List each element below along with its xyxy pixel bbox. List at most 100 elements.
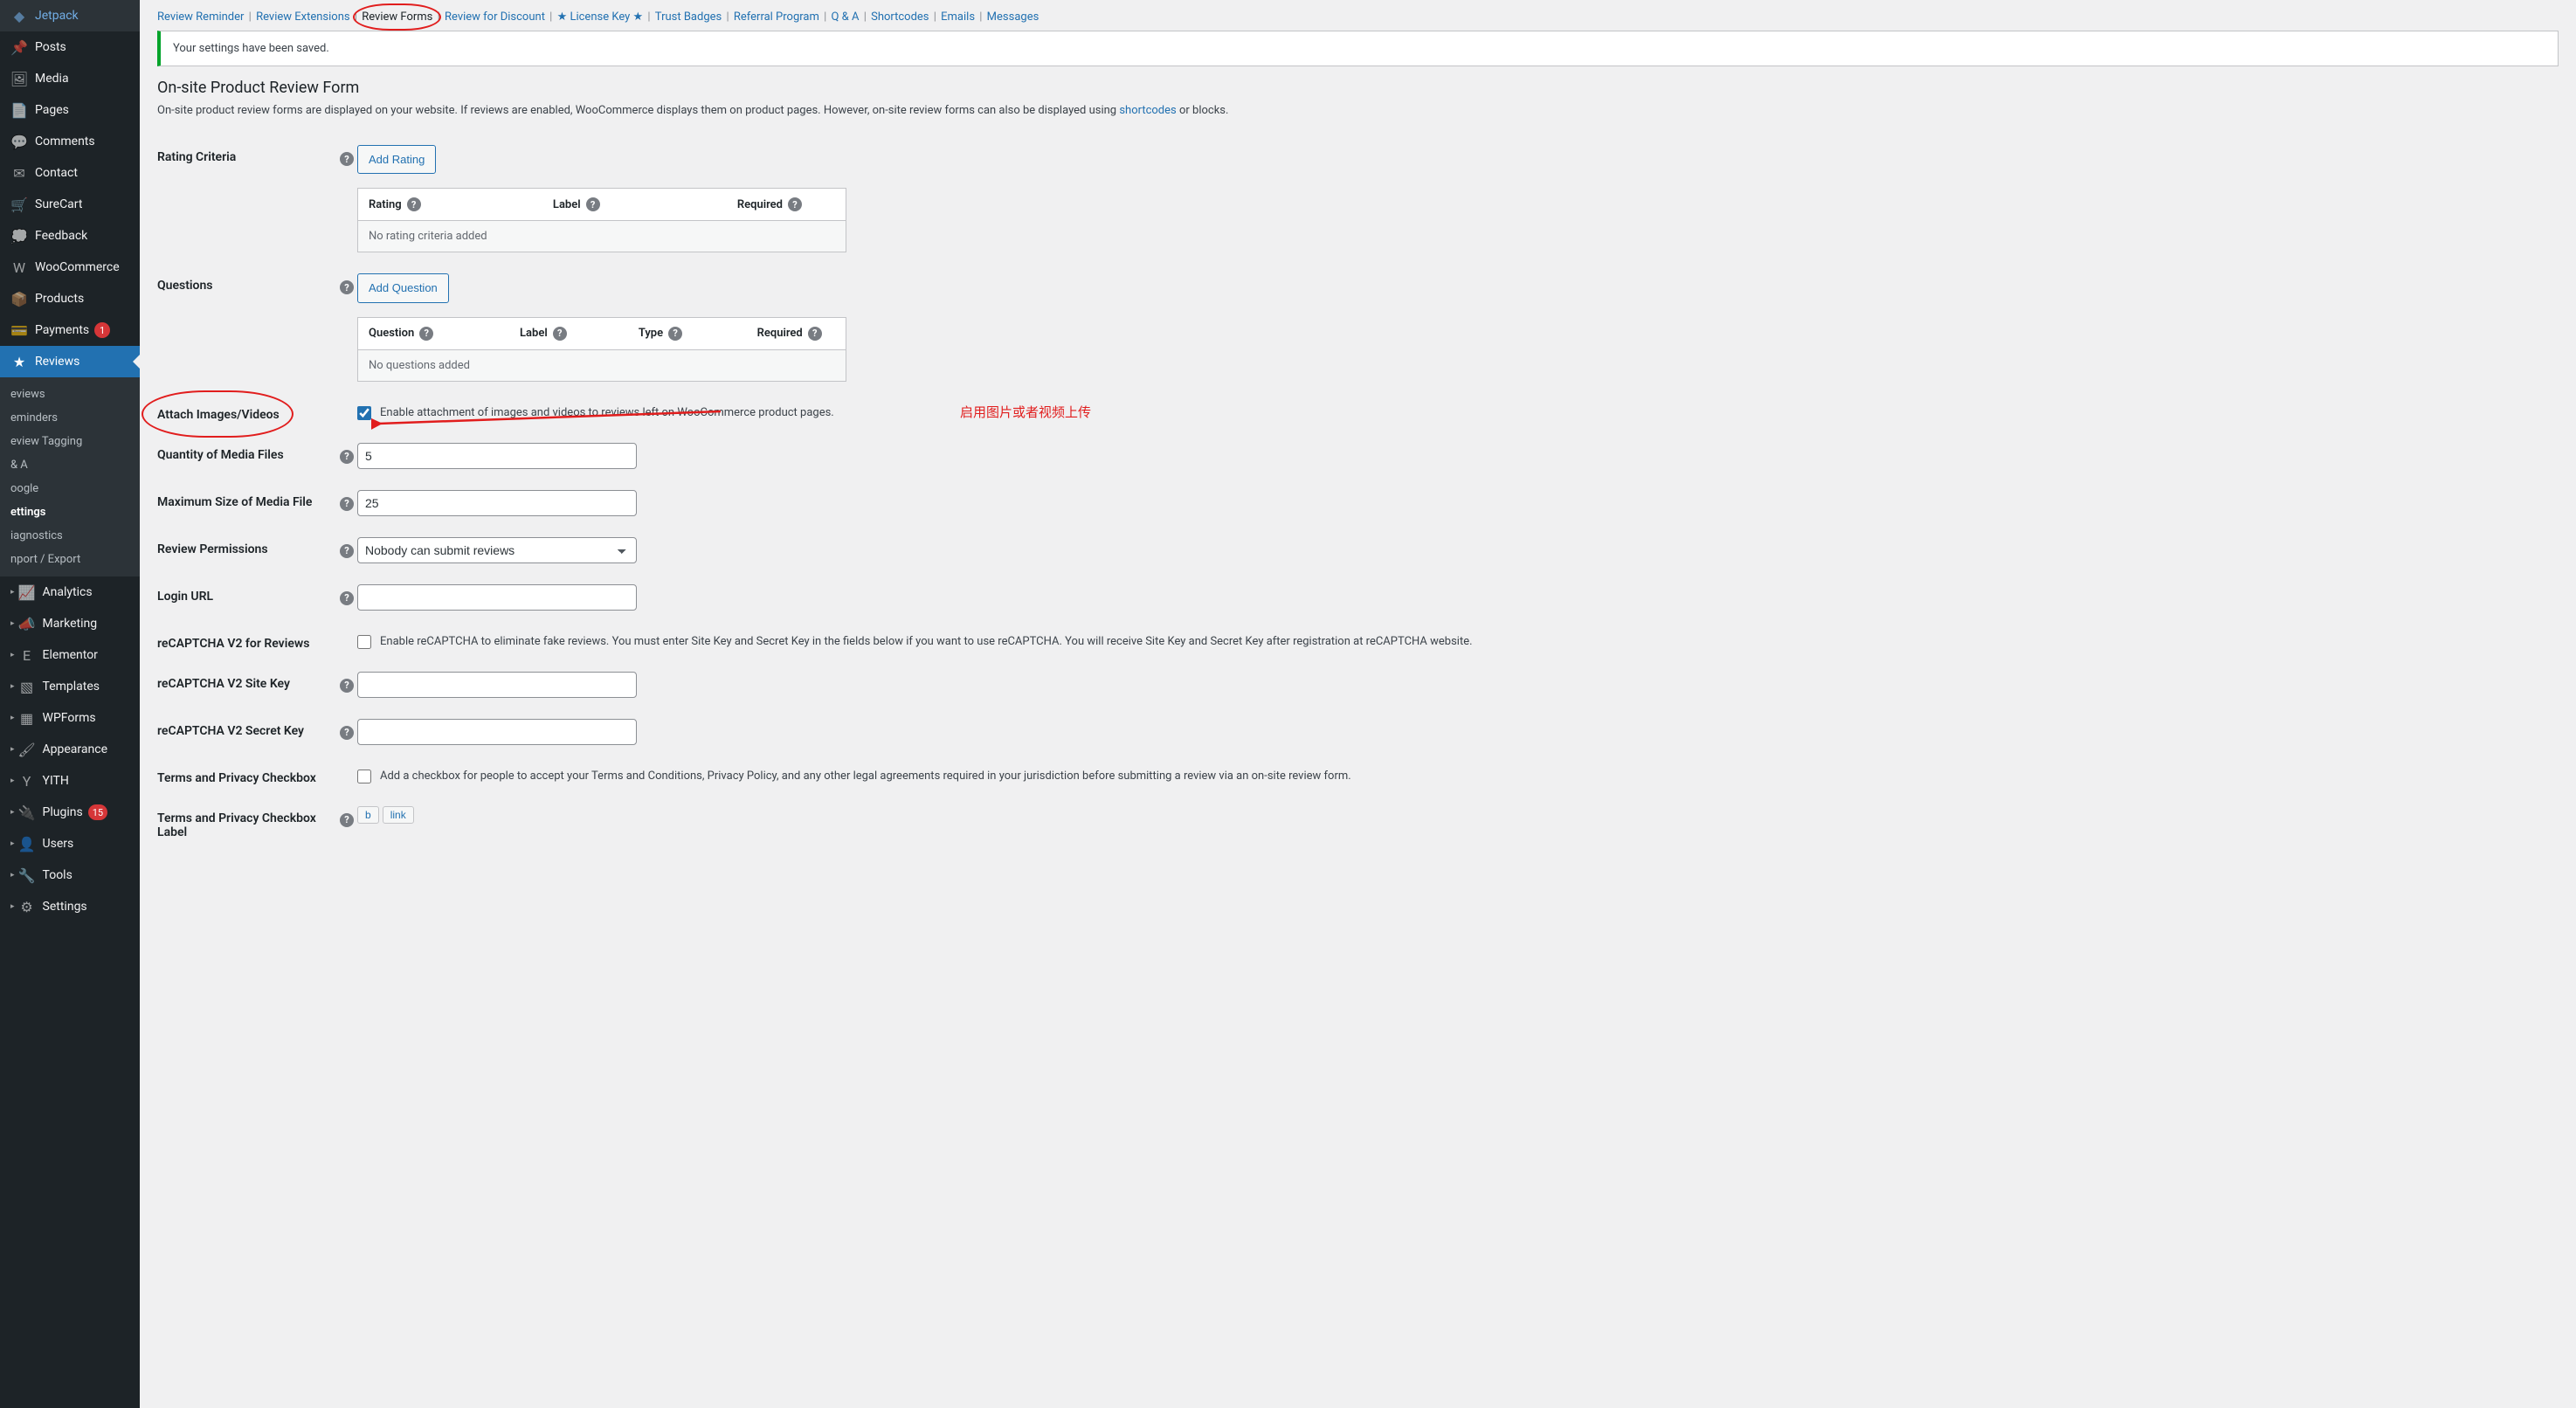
sidebar-item-settings[interactable]: ▸⚙Settings: [0, 891, 140, 922]
qt-link-button[interactable]: link: [383, 806, 414, 824]
menu-icon: 📄: [10, 101, 28, 119]
quantity-input[interactable]: [357, 443, 637, 469]
tab-messages[interactable]: Messages: [987, 10, 1039, 24]
help-icon[interactable]: ?: [340, 544, 354, 558]
tab--license-key-[interactable]: ★ License Key ★: [557, 10, 644, 24]
help-icon[interactable]: ?: [340, 679, 354, 693]
shortcodes-link[interactable]: shortcodes: [1119, 104, 1176, 117]
secretkey-input[interactable]: [357, 719, 637, 745]
menu-icon: ◆: [10, 7, 28, 24]
permissions-label: Review Permissions: [157, 542, 268, 556]
help-icon[interactable]: ?: [553, 327, 567, 341]
menu-icon: E: [18, 646, 36, 664]
submenu-item[interactable]: eminders: [0, 406, 140, 430]
sidebar-item-reviews[interactable]: ★Reviews: [0, 346, 140, 377]
sidebar-item-feedback[interactable]: 💭Feedback: [0, 220, 140, 252]
sidebar-item-label: Media: [35, 72, 69, 86]
sidebar-item-tools[interactable]: ▸🔧Tools: [0, 859, 140, 891]
login-url-label: Login URL: [157, 590, 213, 604]
recaptcha-checkbox[interactable]: [357, 635, 371, 649]
secretkey-label: reCAPTCHA V2 Secret Key: [157, 724, 304, 738]
permissions-select[interactable]: Nobody can submit reviews: [357, 537, 637, 563]
help-icon[interactable]: ?: [340, 450, 354, 464]
rating-empty: No rating criteria added: [358, 221, 846, 252]
attach-media-label: Attach Images/Videos: [157, 408, 280, 422]
tab-emails[interactable]: Emails: [941, 10, 975, 24]
menu-icon: Y: [18, 772, 36, 790]
help-icon[interactable]: ?: [340, 152, 354, 166]
add-rating-button[interactable]: Add Rating: [357, 145, 436, 174]
help-icon[interactable]: ?: [340, 591, 354, 605]
sidebar-item-plugins[interactable]: ▸🔌Plugins15: [0, 797, 140, 828]
maxsize-input[interactable]: [357, 490, 637, 516]
sitekey-input[interactable]: [357, 672, 637, 698]
sidebar-item-elementor[interactable]: ▸EElementor: [0, 639, 140, 671]
sidebar-item-comments[interactable]: 💬Comments: [0, 126, 140, 157]
tab-shortcodes[interactable]: Shortcodes: [871, 10, 929, 24]
caret-icon: ▸: [10, 871, 15, 880]
tab-review-for-discount[interactable]: Review for Discount: [445, 10, 545, 24]
submenu-item[interactable]: nport / Export: [0, 548, 140, 571]
qt-bold-button[interactable]: b: [357, 806, 379, 824]
help-icon[interactable]: ?: [340, 497, 354, 511]
menu-icon: ▦: [18, 709, 36, 727]
sidebar-item-label: Payments: [35, 323, 89, 337]
submenu-item[interactable]: eviews: [0, 383, 140, 406]
sidebar-item-surecart[interactable]: 🛒SureCart: [0, 189, 140, 220]
tab-review-reminder[interactable]: Review Reminder: [157, 10, 244, 24]
help-icon[interactable]: ?: [340, 813, 354, 827]
tab-q-a[interactable]: Q & A: [832, 10, 860, 24]
help-icon[interactable]: ?: [407, 197, 421, 211]
submenu-item[interactable]: oogle: [0, 477, 140, 500]
sidebar-item-templates[interactable]: ▸▧Templates: [0, 671, 140, 702]
sidebar-item-wpforms[interactable]: ▸▦WPForms: [0, 702, 140, 734]
submenu-item[interactable]: eview Tagging: [0, 430, 140, 453]
sidebar-item-yith[interactable]: ▸Y YITH: [0, 765, 140, 797]
sidebar-item-contact[interactable]: ✉Contact: [0, 157, 140, 189]
login-url-input[interactable]: [357, 584, 637, 611]
tab-review-extensions[interactable]: Review Extensions: [256, 10, 350, 24]
add-question-button[interactable]: Add Question: [357, 273, 449, 302]
sidebar-item-label: SureCart: [35, 197, 82, 211]
submenu-item[interactable]: iagnostics: [0, 524, 140, 548]
attach-media-desc: Enable attachment of images and videos t…: [380, 406, 834, 419]
help-icon[interactable]: ?: [340, 280, 354, 294]
submenu-item[interactable]: & A: [0, 453, 140, 477]
sidebar-item-pages[interactable]: 📄Pages: [0, 94, 140, 126]
sidebar-item-label: Analytics: [43, 585, 93, 599]
caret-icon: ▸: [10, 714, 15, 722]
help-icon[interactable]: ?: [586, 197, 600, 211]
help-icon[interactable]: ?: [340, 726, 354, 740]
sidebar-item-media[interactable]: 🖼Media: [0, 63, 140, 94]
caret-icon: ▸: [10, 808, 15, 817]
sidebar-item-label: Settings: [43, 900, 87, 914]
sidebar-item-appearance[interactable]: ▸🖌Appearance: [0, 734, 140, 765]
count-badge: 1: [94, 322, 110, 338]
sidebar-item-products[interactable]: 📦Products: [0, 283, 140, 314]
row-review-permissions: Review Permissions ? Nobody can submit r…: [157, 527, 2559, 574]
section-title: On-site Product Review Form: [157, 79, 2559, 97]
section-description: On-site product review forms are display…: [157, 104, 2559, 117]
sidebar-item-label: YITH: [43, 774, 69, 788]
help-icon[interactable]: ?: [788, 197, 802, 211]
terms-checkbox[interactable]: [357, 770, 371, 783]
attach-media-checkbox[interactable]: [357, 406, 371, 420]
menu-icon: 🖌: [18, 741, 36, 758]
tab-review-forms[interactable]: Review Forms: [362, 10, 432, 24]
sidebar-item-woocommerce[interactable]: WWooCommerce: [0, 252, 140, 283]
sidebar-item-payments[interactable]: 💳Payments1: [0, 314, 140, 346]
sidebar-item-posts[interactable]: 📌Posts: [0, 31, 140, 63]
tab-trust-badges[interactable]: Trust Badges: [655, 10, 722, 24]
sidebar-item-jetpack[interactable]: ◆Jetpack: [0, 0, 140, 31]
sidebar-item-marketing[interactable]: ▸📣Marketing: [0, 608, 140, 639]
tab-referral-program[interactable]: Referral Program: [734, 10, 819, 24]
submenu-item[interactable]: ettings: [0, 500, 140, 524]
sidebar-item-label: Contact: [35, 166, 78, 180]
help-icon[interactable]: ?: [668, 327, 682, 341]
sidebar-item-analytics[interactable]: ▸📈Analytics: [0, 576, 140, 608]
caret-icon: ▸: [10, 776, 15, 785]
sidebar-item-users[interactable]: ▸👤Users: [0, 828, 140, 859]
terms-label: Terms and Privacy Checkbox: [157, 771, 316, 785]
help-icon[interactable]: ?: [419, 327, 433, 341]
help-icon[interactable]: ?: [808, 327, 822, 341]
